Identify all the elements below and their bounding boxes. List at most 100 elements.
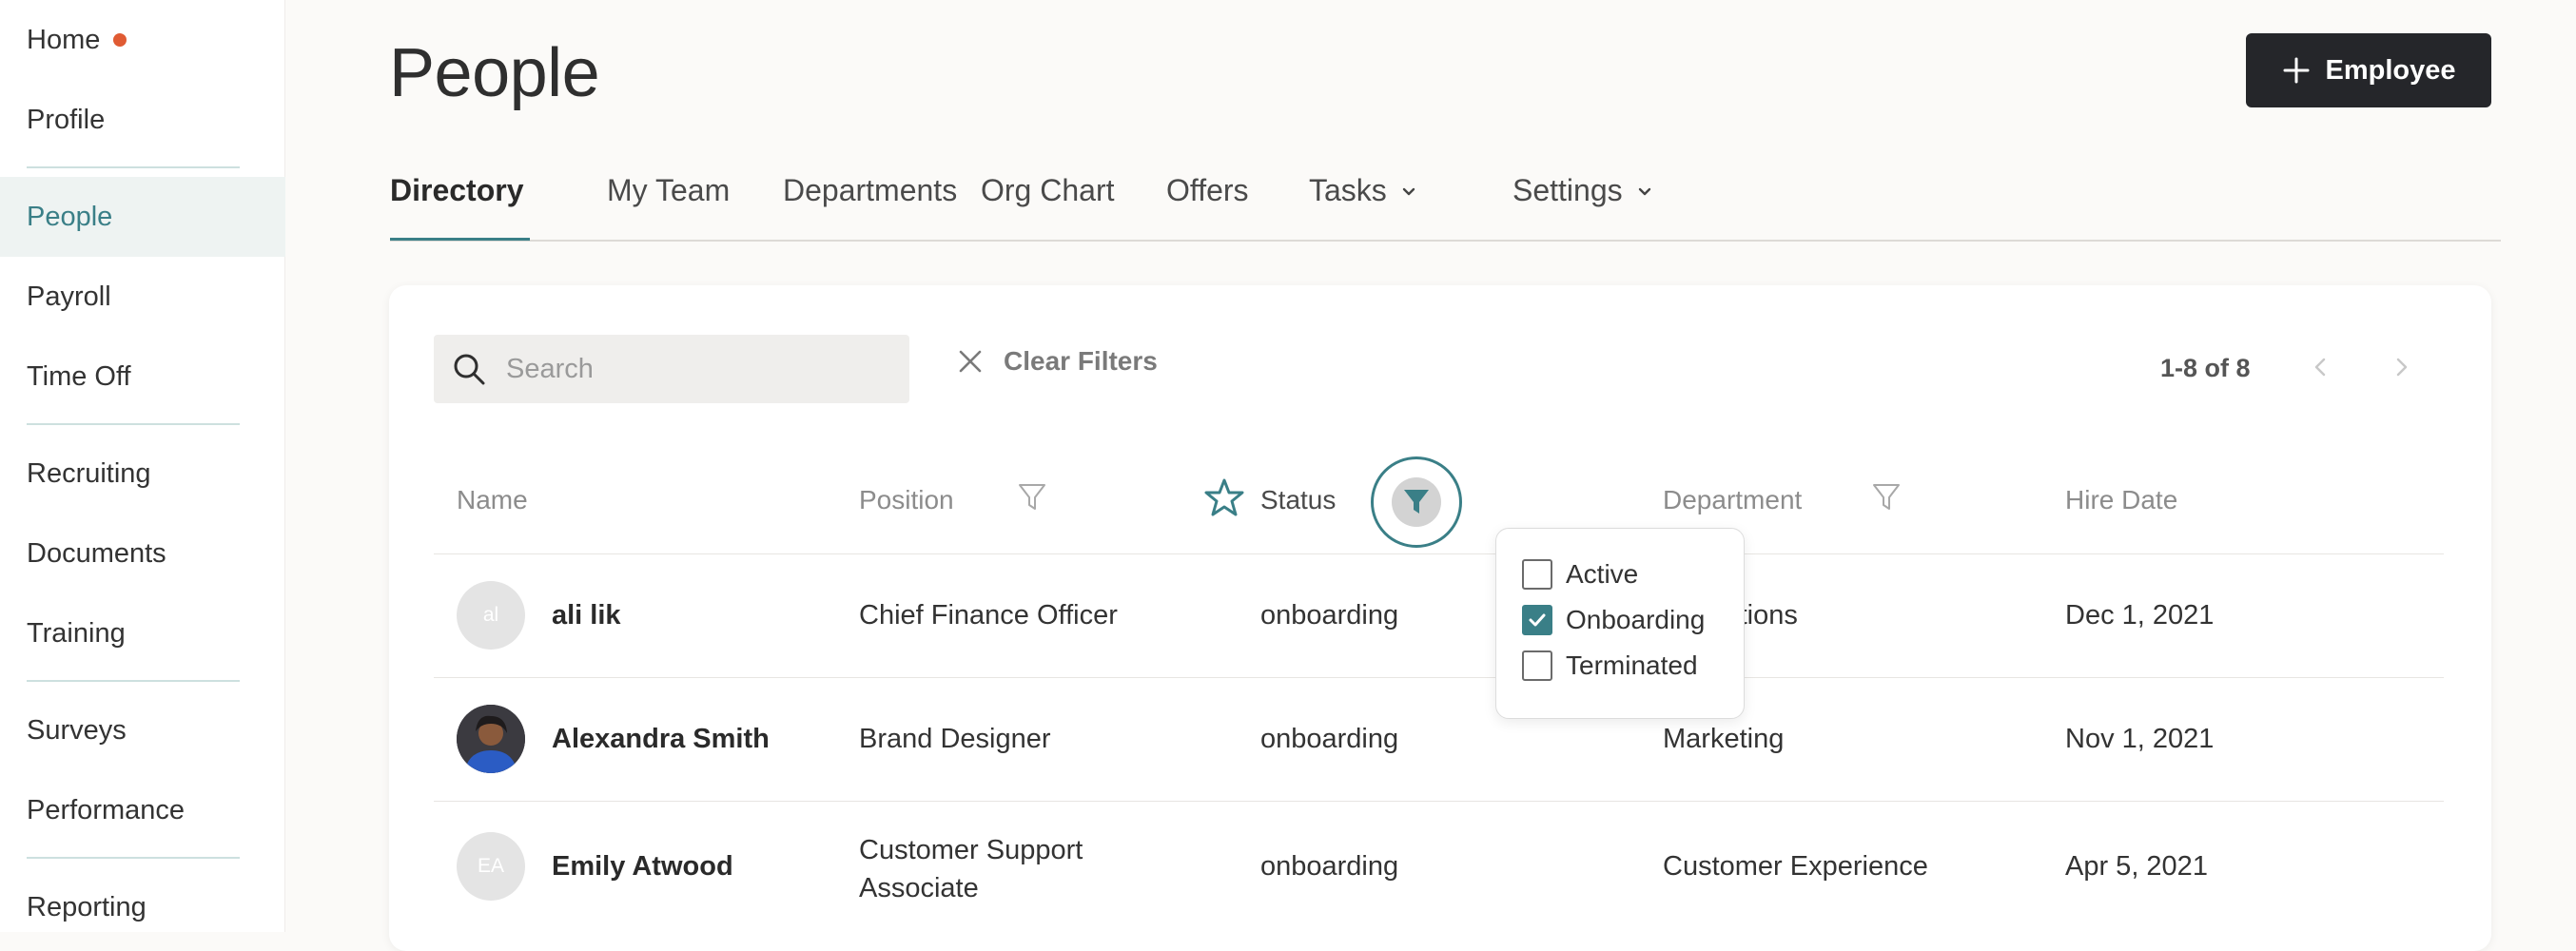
employee-hire-date: Dec 1, 2021 [2065, 600, 2214, 631]
column-header-position[interactable]: Position [859, 485, 954, 515]
employee-position: Customer Support Associate [859, 831, 1083, 907]
filter-option-active[interactable]: Active [1522, 559, 1638, 590]
tab-directory[interactable]: Directory [390, 173, 524, 208]
tab-label: Settings [1512, 173, 1623, 208]
row-divider [434, 677, 2444, 678]
employee-status: onboarding [1260, 724, 1398, 755]
filter-option-terminated[interactable]: Terminated [1522, 650, 1698, 681]
star-icon[interactable] [1204, 477, 1244, 517]
close-icon [958, 349, 983, 374]
column-header-department[interactable]: Department [1663, 485, 1802, 515]
next-page-button[interactable] [2383, 348, 2421, 386]
tab-label: Offers [1166, 173, 1249, 208]
sidebar-item-label: Home [27, 25, 100, 56]
checkbox[interactable] [1522, 650, 1552, 681]
sidebar-item-label: Payroll [27, 281, 111, 313]
column-header-hire-date[interactable]: Hire Date [2065, 485, 2177, 515]
sidebar-item-label: Training [27, 618, 126, 650]
chevron-right-icon [2394, 357, 2410, 378]
sidebar-item-label: Documents [27, 538, 166, 570]
sidebar-item-surveys[interactable]: Surveys [0, 690, 285, 770]
checkbox[interactable] [1522, 559, 1552, 590]
employee-department: Marketing [1663, 724, 1784, 755]
sidebar-item-label: Profile [27, 105, 105, 136]
filter-option-label: Onboarding [1566, 605, 1705, 635]
employee-name[interactable]: ali lik [552, 600, 621, 631]
sidebar-item-documents[interactable]: Documents [0, 514, 285, 593]
sidebar-item-recruiting[interactable]: Recruiting [0, 434, 285, 514]
notification-dot [113, 33, 127, 47]
tab-label: Directory [390, 173, 524, 208]
column-header-name[interactable]: Name [457, 485, 528, 515]
search-icon [451, 351, 487, 387]
directory-card: Clear Filters 1-8 of 8 Name Position Sta… [389, 285, 2491, 951]
tab-my-team[interactable]: My Team [607, 173, 730, 208]
status-filter-button[interactable] [1371, 456, 1462, 548]
avatar-photo [457, 705, 525, 773]
tab-departments[interactable]: Departments [783, 173, 957, 208]
sidebar-item-reporting[interactable]: Reporting [0, 867, 285, 947]
add-employee-button[interactable]: Employee [2246, 33, 2491, 107]
sidebar-item-label: Reporting [27, 892, 146, 923]
row-divider [434, 801, 2444, 802]
active-tab-indicator [390, 238, 530, 241]
chevron-down-icon [1636, 183, 1653, 200]
avatar: EA [457, 832, 525, 901]
page-title: People [389, 34, 599, 112]
tab-tasks[interactable]: Tasks [1309, 173, 1417, 208]
position-line: Customer Support [859, 831, 1083, 869]
sidebar-item-profile[interactable]: Profile [0, 80, 285, 160]
sidebar-divider [27, 680, 240, 682]
employee-name[interactable]: Alexandra Smith [552, 724, 770, 755]
sidebar-item-time-off[interactable]: Time Off [0, 337, 285, 417]
check-icon [1527, 610, 1548, 631]
tab-bar: Directory My Team Departments Org Chart … [390, 162, 2501, 242]
sidebar-item-performance[interactable]: Performance [0, 770, 285, 850]
filter-icon [1402, 487, 1431, 517]
checkbox-checked[interactable] [1522, 605, 1552, 635]
sidebar-item-people[interactable]: People [0, 177, 285, 257]
employee-hire-date: Nov 1, 2021 [2065, 724, 2214, 755]
sidebar-item-label: Recruiting [27, 458, 151, 490]
tab-settings[interactable]: Settings [1512, 173, 1653, 208]
table-header-divider [434, 553, 2444, 554]
employee-position: Brand Designer [859, 724, 1051, 755]
sidebar-item-label: Performance [27, 795, 185, 826]
column-header-status[interactable]: Status [1260, 485, 1336, 515]
employee-status: onboarding [1260, 851, 1398, 883]
sidebar-divider [27, 857, 240, 859]
filter-icon-wrapper [1392, 477, 1441, 527]
tab-offers[interactable]: Offers [1166, 173, 1249, 208]
employee-hire-date: Apr 5, 2021 [2065, 851, 2208, 883]
sidebar-item-training[interactable]: Training [0, 593, 285, 673]
position-line: Associate [859, 869, 1083, 907]
avatar: al [457, 581, 525, 650]
clear-filters-label: Clear Filters [1004, 346, 1158, 377]
sidebar-item-label: Surveys [27, 715, 127, 747]
sidebar-divider [27, 166, 240, 168]
clear-filters-button[interactable]: Clear Filters [958, 346, 1158, 377]
tab-label: My Team [607, 173, 730, 208]
chevron-left-icon [2313, 357, 2328, 378]
chevron-down-icon [1400, 183, 1417, 200]
pagination-count: 1-8 of 8 [2160, 354, 2251, 383]
avatar [457, 705, 525, 773]
tab-label: Departments [783, 173, 957, 208]
sidebar-divider [27, 423, 240, 425]
tab-org-chart[interactable]: Org Chart [981, 173, 1114, 208]
employee-department: Customer Experience [1663, 851, 1928, 883]
previous-page-button[interactable] [2301, 348, 2339, 386]
sidebar-item-home[interactable]: Home [0, 0, 285, 80]
status-filter-popover: Active Onboarding Terminated [1495, 528, 1745, 719]
tab-label: Tasks [1309, 173, 1387, 208]
filter-option-label: Active [1566, 559, 1638, 590]
filter-option-onboarding[interactable]: Onboarding [1522, 605, 1705, 635]
sidebar-item-payroll[interactable]: Payroll [0, 257, 285, 337]
search-field [434, 335, 909, 403]
plus-icon [2282, 56, 2311, 85]
filter-icon[interactable] [1018, 482, 1046, 513]
search-input[interactable] [506, 354, 887, 385]
employee-name[interactable]: Emily Atwood [552, 851, 733, 883]
sidebar-item-label: Time Off [27, 361, 131, 393]
filter-icon[interactable] [1872, 482, 1901, 513]
